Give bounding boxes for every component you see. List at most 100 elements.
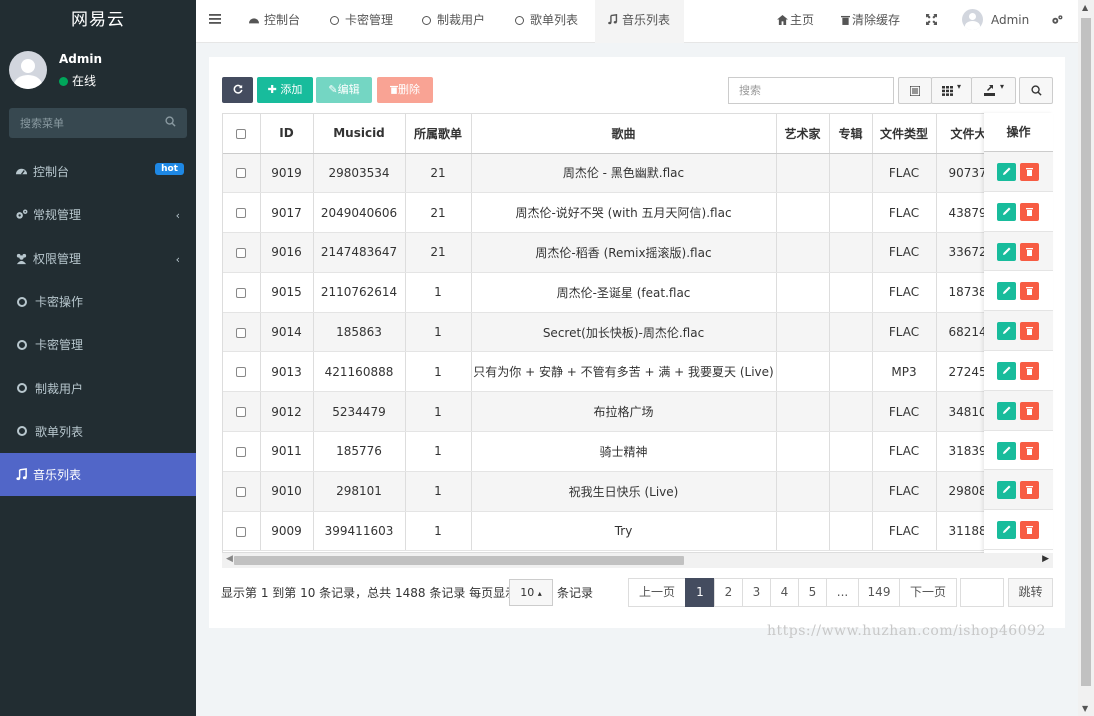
row-delete-button[interactable]: [1020, 163, 1039, 181]
table-row[interactable]: 9015 2110762614 1 周杰伦-圣诞星 (feat.flac FLAC 187…: [223, 272, 1047, 313]
clear-cache-button[interactable]: 清除缓存: [841, 0, 900, 43]
row-delete-button[interactable]: [1020, 202, 1039, 221]
row-edit-button[interactable]: [997, 163, 1016, 181]
row-checkbox[interactable]: [236, 526, 247, 537]
row-checkbox[interactable]: [236, 446, 247, 457]
sidebar-item-banned-users[interactable]: 制裁用户: [0, 366, 196, 409]
page-button[interactable]: 1: [685, 578, 715, 607]
tab-dashboard[interactable]: 控制台: [236, 0, 312, 43]
sidebar-search-input[interactable]: [9, 108, 159, 138]
scroll-left-icon[interactable]: ◀: [226, 554, 233, 564]
select-all-checkbox[interactable]: [236, 128, 247, 139]
search-icon[interactable]: [165, 116, 176, 127]
table-row[interactable]: 9014 185863 1 Secret(加长快板)-周杰伦.flac FLAC 6821…: [223, 312, 1047, 353]
row-checkbox[interactable]: [236, 367, 247, 378]
row-checkbox[interactable]: [236, 327, 247, 338]
table-row[interactable]: 9019 29803534 21 周杰伦 - 黑色幽默.flac FLAC 907375: [223, 153, 1047, 194]
row-delete-button[interactable]: [1020, 401, 1039, 420]
sidebar-item-general[interactable]: 常规管理 ‹: [0, 193, 196, 236]
tab-playlists[interactable]: 歌单列表: [503, 0, 590, 43]
admin-menu[interactable]: Admin: [962, 0, 1029, 43]
page-ellipsis[interactable]: ...: [826, 578, 859, 607]
header-id[interactable]: ID: [260, 114, 314, 154]
table-row[interactable]: 9013 421160888 1 只有为你 + 安静 + 不管有多苦 + 满 + 我要…: [223, 351, 1047, 393]
scroll-right-icon[interactable]: ▶: [1042, 554, 1049, 564]
row-edit-button[interactable]: [997, 521, 1016, 540]
header-album[interactable]: 专辑: [829, 114, 873, 154]
delete-button[interactable]: 删除: [377, 77, 433, 103]
tab-music-list[interactable]: 音乐列表: [595, 0, 684, 43]
header-musicid[interactable]: Musicid: [313, 114, 406, 154]
sidebar-toggle[interactable]: [209, 0, 223, 43]
next-page-button[interactable]: 下一页: [899, 578, 957, 607]
sidebar-item-card-ops[interactable]: 卡密操作: [0, 280, 196, 323]
row-delete-button[interactable]: [1020, 441, 1039, 460]
row-edit-button[interactable]: [997, 282, 1016, 301]
columns-button[interactable]: ▾: [931, 77, 972, 104]
page-button[interactable]: 149: [858, 578, 900, 607]
header-playlist[interactable]: 所属歌单: [405, 114, 472, 154]
row-checkbox[interactable]: [236, 208, 247, 219]
row-edit-button[interactable]: [997, 401, 1016, 420]
toggle-view-button[interactable]: [898, 77, 932, 104]
page-size-select[interactable]: 10 ▴: [509, 579, 553, 606]
row-delete-button[interactable]: [1020, 322, 1039, 341]
tab-banned-users[interactable]: 制裁用户: [410, 0, 497, 43]
page-button[interactable]: 4: [770, 578, 799, 607]
row-delete-button[interactable]: [1020, 481, 1039, 500]
settings-button[interactable]: [1051, 0, 1063, 43]
horizontal-scrollbar[interactable]: ◀ ▶: [222, 553, 1053, 568]
scrollbar-thumb[interactable]: [234, 556, 684, 565]
sidebar-item-dashboard[interactable]: 控制台 hot: [0, 150, 196, 193]
row-checkbox[interactable]: [236, 247, 247, 258]
sidebar-item-permission[interactable]: 权限管理 ‹: [0, 237, 196, 280]
home-link[interactable]: 主页: [777, 0, 814, 43]
row-edit-button[interactable]: [997, 242, 1016, 261]
row-checkbox[interactable]: [236, 168, 247, 179]
scrollbar-thumb[interactable]: [1081, 18, 1091, 686]
sidebar-item-card-manage[interactable]: 卡密管理: [0, 323, 196, 366]
header-filetype[interactable]: 文件类型: [872, 114, 937, 154]
export-button[interactable]: ▾: [971, 77, 1016, 104]
table-row[interactable]: 9011 185776 1 骑士精神 FLAC 318393: [223, 431, 1047, 472]
add-button[interactable]: ✚ 添加: [257, 77, 313, 103]
fullscreen-button[interactable]: [926, 0, 937, 43]
page-button[interactable]: 5: [798, 578, 827, 607]
refresh-button[interactable]: [222, 77, 253, 103]
table-row[interactable]: 9017 2049040606 21 周杰伦-说好不哭 (with 五月天阿信).fl…: [223, 192, 1047, 234]
row-edit-button[interactable]: [997, 441, 1016, 460]
page-button[interactable]: 3: [742, 578, 771, 607]
row-edit-button[interactable]: [997, 202, 1016, 221]
sidebar-item-music-list[interactable]: 音乐列表: [0, 453, 196, 497]
table-row[interactable]: 9009 399411603 1 Try FLAC 311880: [223, 511, 1047, 552]
row-delete-button[interactable]: [1020, 361, 1039, 380]
row-edit-button[interactable]: [997, 361, 1016, 380]
edit-button[interactable]: ✎编辑: [316, 77, 372, 103]
vertical-scrollbar[interactable]: ▲ ▼: [1078, 0, 1094, 716]
row-delete-button[interactable]: [1020, 521, 1039, 540]
row-delete-button[interactable]: [1020, 242, 1039, 261]
page-button[interactable]: 2: [714, 578, 743, 607]
tab-card-manage[interactable]: 卡密管理: [318, 0, 405, 43]
row-edit-button[interactable]: [997, 322, 1016, 341]
jump-page-input[interactable]: [960, 578, 1004, 607]
brand-title[interactable]: 网易云: [0, 0, 196, 43]
row-edit-button[interactable]: [997, 481, 1016, 500]
scroll-down-icon[interactable]: ▼: [1082, 704, 1088, 713]
table-search-input[interactable]: [728, 77, 894, 104]
cell-musicid: 185776: [313, 431, 406, 472]
header-artist[interactable]: 艺术家: [776, 114, 830, 154]
prev-page-button[interactable]: 上一页: [628, 578, 686, 607]
jump-button[interactable]: 跳转: [1008, 578, 1053, 607]
row-delete-button[interactable]: [1020, 282, 1039, 301]
search-button[interactable]: [1019, 77, 1053, 104]
row-checkbox[interactable]: [236, 407, 247, 418]
table-row[interactable]: 9016 2147483647 21 周杰伦-稻香 (Remix摇滚版).flac FL…: [223, 232, 1047, 273]
table-row[interactable]: 9012 5234479 1 布拉格广场 FLAC 348103: [223, 391, 1047, 433]
header-song[interactable]: 歌曲: [471, 114, 777, 154]
scroll-up-icon[interactable]: ▲: [1082, 3, 1088, 12]
row-checkbox[interactable]: [236, 287, 247, 298]
table-row[interactable]: 9010 298101 1 祝我生日快乐 (Live) FLAC 298083: [223, 471, 1047, 512]
sidebar-item-playlists[interactable]: 歌单列表: [0, 410, 196, 453]
row-checkbox[interactable]: [236, 486, 247, 497]
